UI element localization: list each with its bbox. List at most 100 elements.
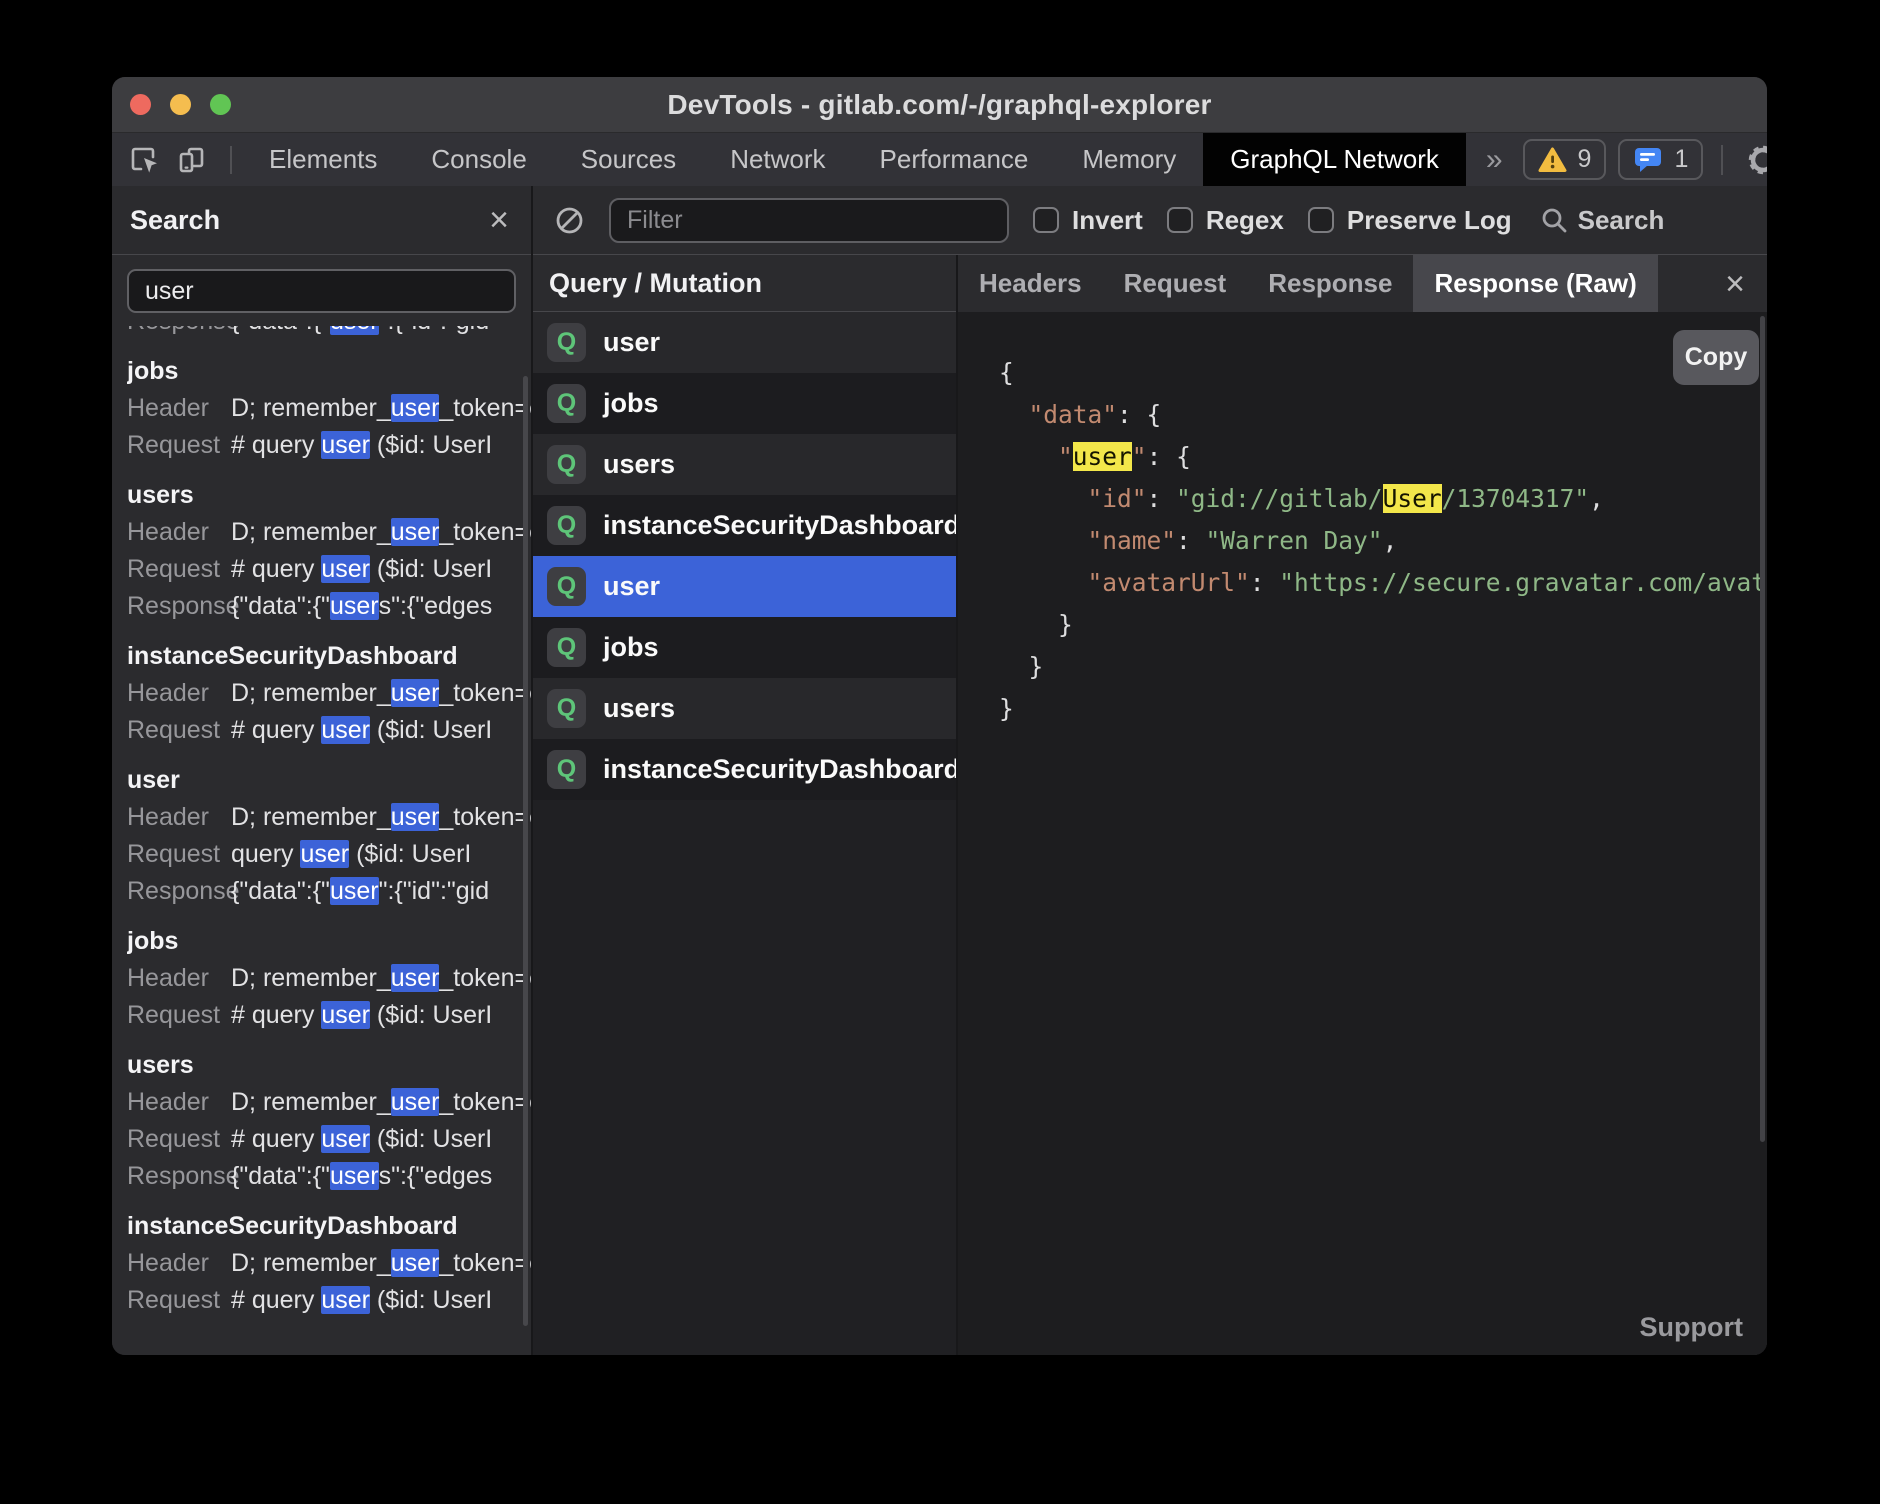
traffic-light-close[interactable] — [130, 94, 151, 115]
toolbar-tab-memory[interactable]: Memory — [1055, 133, 1203, 186]
search-result-line[interactable]: Requestquery user ($id: UserI — [127, 836, 531, 873]
search-result-line[interactable]: HeaderD; remember_user_token=e — [127, 1245, 531, 1282]
toolbar-tab-graphql-network[interactable]: GraphQL Network — [1203, 133, 1466, 186]
query-list-item-instanceSecurityDashboard[interactable]: QinstanceSecurityDashboard — [533, 739, 956, 800]
search-tool[interactable]: Search — [1540, 205, 1665, 236]
detail-tabs: HeadersRequestResponseResponse (Raw) × — [958, 255, 1767, 312]
result-field-value: D; remember_user_token=e — [231, 799, 531, 836]
invert-checkbox[interactable] — [1033, 207, 1059, 233]
query-list-item-jobs[interactable]: Qjobs — [533, 373, 956, 434]
search-result-line[interactable]: Request# query user ($id: UserI — [127, 1121, 531, 1158]
search-result-line[interactable]: HeaderD; remember_user_token=e — [127, 799, 531, 836]
result-field-value: # query user ($id: UserI — [231, 427, 531, 464]
filter-input[interactable] — [609, 198, 1009, 243]
query-list-item-jobs[interactable]: Qjobs — [533, 617, 956, 678]
search-result-group-title[interactable]: instanceSecurityDashboard — [127, 638, 531, 675]
preserve-log-checkbox-group[interactable]: Preserve Log — [1308, 205, 1512, 236]
settings-gear-icon[interactable] — [1741, 138, 1767, 182]
detail-tab-response[interactable]: Response — [1247, 255, 1413, 312]
traffic-light-minimize[interactable] — [170, 94, 191, 115]
screen: DevTools - gitlab.com/-/graphql-explorer — [0, 0, 1880, 1504]
query-list-item-instanceSecurityDashboard[interactable]: QinstanceSecurityDashboard — [533, 495, 956, 556]
result-field-label: Response — [127, 873, 231, 910]
warnings-count: 9 — [1578, 145, 1592, 174]
search-panel-scrollbar[interactable] — [523, 376, 528, 1326]
titlebar: DevTools - gitlab.com/-/graphql-explorer — [112, 77, 1767, 133]
result-field-value: D; remember_user_token=e — [231, 1245, 531, 1282]
toolbar-tab-network[interactable]: Network — [703, 133, 852, 186]
search-result-group-title[interactable]: jobs — [127, 923, 531, 960]
clear-requests-icon[interactable] — [553, 204, 585, 236]
regex-checkbox[interactable] — [1167, 207, 1193, 233]
search-result-line[interactable]: HeaderD; remember_user_token=e — [127, 675, 531, 712]
result-field-value: {"data":{"users":{"edges — [231, 588, 531, 625]
invert-label: Invert — [1072, 205, 1143, 236]
warnings-badge[interactable]: 9 — [1523, 139, 1607, 180]
result-field-label: Response — [127, 588, 231, 625]
search-result-group-title[interactable]: jobs — [127, 353, 531, 390]
query-list-item-users[interactable]: Qusers — [533, 678, 956, 739]
query-list-item-user[interactable]: Quser — [533, 556, 956, 617]
traffic-light-zoom[interactable] — [210, 94, 231, 115]
preserve-log-checkbox[interactable] — [1308, 207, 1334, 233]
query-type-badge: Q — [547, 445, 586, 484]
search-result-line[interactable]: Response{"data":{"user":{"id":"gid — [127, 873, 531, 910]
response-raw-content: { "data": { "user": { "id": "gid://gitla… — [958, 312, 1767, 1355]
search-result-line[interactable]: HeaderD; remember_user_token=e — [127, 960, 531, 997]
network-region: Invert Regex Preserve Log — [533, 186, 1767, 1355]
message-icon — [1633, 146, 1663, 173]
support-link[interactable]: Support — [1640, 1312, 1743, 1343]
messages-badge[interactable]: 1 — [1618, 139, 1703, 180]
search-result-line[interactable]: Request# query user ($id: UserI — [127, 551, 531, 588]
search-result-group-title[interactable]: users — [127, 1047, 531, 1084]
result-field-label: Request — [127, 836, 231, 873]
search-result-line[interactable]: Request# query user ($id: UserI — [127, 712, 531, 749]
detail-tab-headers[interactable]: Headers — [958, 255, 1103, 312]
query-list-item-user[interactable]: Quser — [533, 312, 956, 373]
match-highlight: user — [391, 679, 440, 707]
search-result-line[interactable]: HeaderD; remember_user_token=e — [127, 390, 531, 427]
device-toolbar-icon[interactable] — [176, 144, 208, 176]
detail-tab-request[interactable]: Request — [1103, 255, 1248, 312]
search-close-icon[interactable]: × — [489, 203, 509, 237]
match-highlight: user — [321, 1286, 370, 1314]
toolbar-tab-elements[interactable]: Elements — [242, 133, 404, 186]
query-type-badge: Q — [547, 384, 586, 423]
result-field-label: Request — [127, 1282, 231, 1319]
query-list-header: Query / Mutation — [533, 255, 956, 312]
search-input[interactable] — [127, 269, 516, 313]
toolbar-tab-console[interactable]: Console — [404, 133, 553, 186]
search-result-line[interactable]: Response{"data":{"users":{"edges — [127, 1158, 531, 1195]
toolbar-tab-performance[interactable]: Performance — [853, 133, 1056, 186]
query-list-rows: QuserQjobsQusersQinstanceSecurityDashboa… — [533, 312, 956, 1355]
search-result-line[interactable]: Request# query user ($id: UserI — [127, 427, 531, 464]
query-list-item-users[interactable]: Qusers — [533, 434, 956, 495]
search-result-group-title[interactable]: instanceSecurityDashboard — [127, 1208, 531, 1245]
regex-checkbox-group[interactable]: Regex — [1167, 205, 1284, 236]
search-result-line[interactable]: Request# query user ($id: UserI — [127, 997, 531, 1034]
search-result-line[interactable]: HeaderD; remember_user_token=e — [127, 1084, 531, 1121]
search-result-line[interactable]: HeaderD; remember_user_token=e — [127, 514, 531, 551]
search-match-highlight: user — [1073, 442, 1132, 471]
toolbar-tabs: ElementsConsoleSourcesNetworkPerformance… — [242, 133, 1466, 186]
search-results-list: Response{"data":{"user":{"id":"gidjobsHe… — [112, 326, 531, 1355]
response-scrollbar[interactable] — [1760, 316, 1765, 1142]
search-result-line[interactable]: Request# query user ($id: UserI — [127, 1282, 531, 1319]
detail-tab-response-raw-[interactable]: Response (Raw) — [1413, 255, 1657, 312]
result-field-label: Header — [127, 1245, 231, 1282]
inspect-element-icon[interactable] — [128, 144, 160, 176]
search-result-line[interactable]: Response{"data":{"users":{"edges — [127, 588, 531, 625]
match-highlight: user — [391, 1249, 440, 1277]
copy-button[interactable]: Copy — [1673, 330, 1759, 385]
query-item-label: user — [603, 327, 660, 358]
search-result-group-title[interactable]: users — [127, 477, 531, 514]
warning-icon — [1538, 147, 1567, 173]
result-field-label: Request — [127, 1121, 231, 1158]
result-field-label: Header — [127, 675, 231, 712]
detail-close-icon[interactable]: × — [1725, 267, 1745, 301]
search-result-group-title[interactable]: user — [127, 762, 531, 799]
invert-checkbox-group[interactable]: Invert — [1033, 205, 1143, 236]
toolbar-tab-sources[interactable]: Sources — [554, 133, 703, 186]
more-tabs-chevron-icon[interactable]: » — [1466, 133, 1523, 186]
search-result-line[interactable]: Response{"data":{"user":{"id":"gid — [127, 326, 531, 340]
